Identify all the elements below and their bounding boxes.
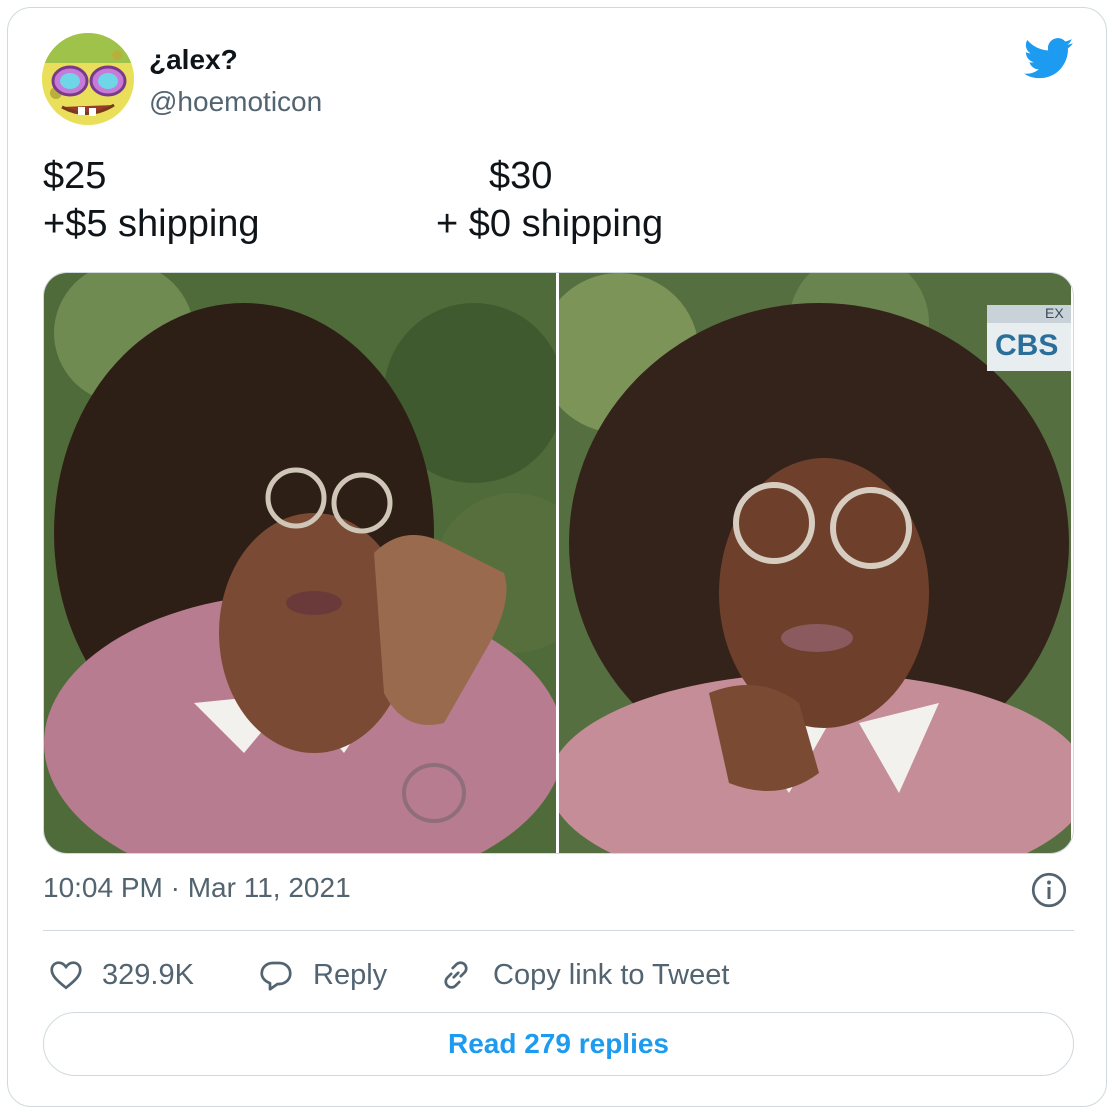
copy-link-button[interactable]: Copy link to Tweet [437,955,729,995]
tweet-photo-right[interactable]: EX CBS [559,273,1071,853]
author-handle[interactable]: @hoemoticon [149,86,322,118]
info-icon[interactable] [1031,872,1067,908]
tweet-left-shipping: +$5 shipping [43,203,260,245]
link-icon [444,961,468,989]
tweet-photo-left[interactable] [44,273,556,853]
tweet-right-shipping: + $0 shipping [436,203,664,245]
tweet-media-grid: EX CBS [43,272,1074,854]
tweet-left-price: $25 [43,155,107,197]
actions-divider [43,930,1074,931]
spongebob-avatar-icon [42,33,134,125]
reply-label: Reply [313,958,388,991]
tweet-right-price: $30 [489,155,553,197]
author-avatar[interactable] [42,33,134,125]
photo-divider [556,273,559,853]
tv-badge-text: EX [1045,305,1064,321]
reply-bubble-icon [260,961,292,991]
like-count: 329.9K [102,958,194,991]
tweet-timestamp[interactable]: 10:04 PM · Mar 11, 2021 [43,872,351,904]
copy-link-label: Copy link to Tweet [493,958,730,991]
cbs-logo: CBS [995,329,1059,363]
photo-left-image [44,273,556,853]
read-replies-button[interactable]: Read 279 replies [43,1012,1074,1076]
author-display-name[interactable]: ¿alex? [149,44,238,76]
heart-icon [50,961,82,990]
reply-button[interactable]: Reply [257,955,387,995]
like-button[interactable]: 329.9K [48,955,194,995]
twitter-bird-icon[interactable] [1024,38,1074,80]
